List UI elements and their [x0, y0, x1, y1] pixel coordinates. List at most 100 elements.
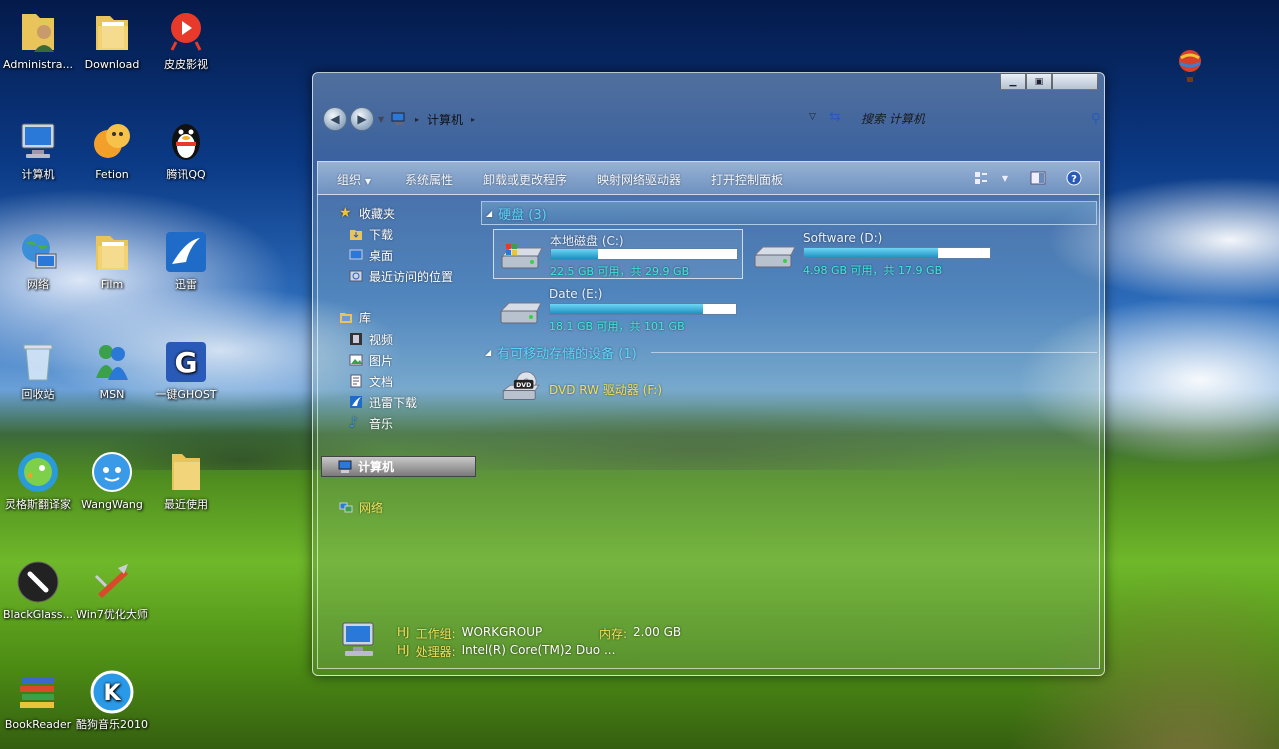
view-options-icon[interactable] [973, 169, 989, 187]
view-dropdown-icon[interactable]: ▼ [999, 169, 1011, 187]
swiss-knife-icon [94, 564, 128, 598]
recent-places-icon [349, 270, 363, 282]
desktop-icon-label: 网络 [27, 278, 49, 291]
desktop-icon-label: BlackGlass... [2, 608, 74, 621]
organize-button[interactable]: 组织 ▼ [337, 171, 371, 188]
drive-d[interactable]: Software (D:) 4.98 GB 可用，共 17.9 GB [747, 229, 997, 279]
desktop-icon-label: 酷狗音乐2010 [76, 718, 148, 731]
drive-name: Software (D:) [803, 231, 883, 245]
search-box[interactable]: ⚲ [861, 109, 1101, 129]
desktop-icon-lingoes[interactable]: 灵格斯翻译家 [0, 448, 76, 512]
library-folder-icon [340, 313, 352, 323]
desktop-icon-msn[interactable]: MSN [74, 338, 150, 402]
desktop-icon-qq[interactable]: 腾讯QQ [148, 118, 224, 182]
forward-button[interactable]: ▶ [350, 107, 374, 131]
drive-c[interactable]: 本地磁盘 (C:) 22.5 GB 可用，共 29.9 GB [493, 229, 743, 279]
user-folder-icon [22, 14, 54, 52]
map-network-drive-button[interactable]: 映射网络驱动器 [597, 171, 681, 188]
computer-name: HJ [397, 643, 410, 657]
explorer-window[interactable]: ▁ ▣ ◀ ▶ ▼ ▸ 计算机 ▸ ▽ ⇆ ⚲ 组织 ▼ 系统属性 卸载或更改程… [312, 72, 1105, 676]
desktop-icon-win7-optimizer[interactable]: Win7优化大师 [74, 558, 150, 622]
sidebar-item-label: 文档 [369, 374, 394, 389]
sidebar-item-pictures[interactable]: 图片 [349, 350, 393, 370]
document-icon [350, 374, 362, 388]
collapse-arrow-icon[interactable]: ◢ [485, 348, 491, 357]
sidebar-item-thunder-downloads[interactable]: 迅雷下载 [349, 392, 417, 412]
desktop-icon-network[interactable]: 网络 [0, 228, 76, 292]
desktop-icon-administrator[interactable]: Administra... [0, 8, 76, 72]
group-header-removable[interactable]: ◢ 有可移动存储的设备 (1) [481, 340, 1097, 364]
drive-e[interactable]: Date (E:) 18.1 GB 可用，共 101 GB [493, 285, 743, 335]
desktop-icon-label: Win7优化大师 [76, 608, 148, 621]
desktop-icon-film[interactable]: Film [74, 228, 150, 292]
desktop-icon-bookreader[interactable]: BookReader [0, 668, 76, 732]
minimize-button[interactable]: ▁ [1000, 73, 1026, 90]
sidebar-item-computer[interactable]: 计算机 [321, 456, 476, 477]
address-text[interactable]: 计算机 [427, 111, 463, 128]
uninstall-programs-button[interactable]: 卸载或更改程序 [483, 171, 567, 188]
desktop-icon-label: 一键GHOST [155, 388, 217, 401]
sidebar-item-videos[interactable]: 视频 [349, 329, 393, 349]
drive-usage-fill [804, 248, 938, 258]
desktop-icon-blackglass[interactable]: BlackGlass... [0, 558, 76, 622]
preview-pane-icon[interactable] [1029, 169, 1047, 187]
music-note-icon: ♪ [349, 415, 358, 431]
open-control-panel-button[interactable]: 打开控制面板 [711, 171, 783, 188]
close-button[interactable] [1052, 73, 1098, 90]
breadcrumb-arrow-icon[interactable]: ▸ [415, 115, 419, 124]
sidebar-item-recent-places[interactable]: 最近访问的位置 [349, 266, 453, 286]
drive-free-space: 4.98 GB 可用，共 17.9 GB [803, 264, 943, 277]
processor-value: Intel(R) Core(TM)2 Duo ... [461, 643, 616, 657]
drive-usage-fill [551, 249, 598, 259]
sidebar-item-label: 收藏夹 [359, 206, 396, 221]
computer-icon [391, 112, 405, 125]
chevron-down-icon: ▼ [364, 177, 371, 186]
sidebar-item-music[interactable]: ♪ 音乐 [349, 413, 393, 433]
computer-name: HJ [397, 625, 410, 639]
desktop-icon-thunder[interactable]: 迅雷 [148, 228, 224, 292]
sidebar-item-network[interactable]: 网络 [339, 497, 383, 517]
back-button[interactable]: ◀ [323, 107, 347, 131]
address-bar[interactable]: ▸ 计算机 ▸ [391, 109, 475, 129]
desktop-icon-recent[interactable]: 最近使用 [148, 448, 224, 512]
search-input[interactable] [861, 112, 1041, 126]
maximize-button[interactable]: ▣ [1026, 73, 1052, 90]
drive-name: Date (E:) [549, 287, 603, 301]
desktop-icon-recycle-bin[interactable]: 回收站 [0, 338, 76, 402]
download-folder-icon [350, 230, 362, 240]
system-properties-button[interactable]: 系统属性 [405, 171, 453, 188]
desktop-icon-pipi-player[interactable]: 皮皮影视 [148, 8, 224, 72]
folder-icon [96, 236, 128, 270]
address-dropdown-icon[interactable]: ▽ [809, 112, 816, 122]
system-drive-icon [500, 244, 543, 269]
sidebar-item-libraries[interactable]: 库 [339, 307, 371, 327]
search-icon[interactable]: ⚲ [1091, 111, 1101, 127]
desktop-icon-onekey-ghost[interactable]: G 一键GHOST [148, 338, 224, 402]
drive-dvd[interactable]: DVD DVD RW 驱动器 (F:) [493, 367, 743, 411]
refresh-icon[interactable]: ⇆ [829, 109, 841, 125]
sidebar-item-download[interactable]: 下载 [349, 224, 393, 244]
picture-icon [349, 354, 363, 366]
sidebar-item-label: 音乐 [369, 416, 394, 431]
network-globe-icon [22, 234, 57, 269]
processor-label: 处理器: [415, 645, 456, 659]
memory-value: 2.00 GB [633, 625, 682, 639]
sidebar-item-desktop[interactable]: 桌面 [349, 245, 393, 265]
desktop-icon-download[interactable]: Download [74, 8, 150, 72]
desktop-icon-label: Fetion [95, 168, 129, 181]
desktop-icon-wangwang[interactable]: WangWang [74, 448, 150, 512]
sidebar-item-favorites[interactable]: ★ 收藏夹 [339, 203, 395, 223]
desktop-icon-label: 灵格斯翻译家 [5, 498, 71, 511]
breadcrumb-arrow-icon[interactable]: ▸ [471, 115, 475, 124]
desktop-icon-kugou[interactable]: K 酷狗音乐2010 [74, 668, 150, 732]
drive-name: DVD RW 驱动器 (F:) [549, 383, 663, 397]
collapse-arrow-icon[interactable]: ◢ [486, 209, 492, 218]
group-header-hard-disks[interactable]: ◢ 硬盘 (3) [481, 201, 1097, 225]
svg-text:?: ? [1071, 174, 1077, 185]
desktop-icon-computer[interactable]: 计算机 [0, 118, 76, 182]
help-icon[interactable]: ? [1065, 169, 1083, 187]
history-dropdown-icon[interactable]: ▼ [378, 115, 384, 124]
hard-drive-icon [753, 246, 796, 268]
desktop-icon-fetion[interactable]: Fetion [74, 118, 150, 182]
sidebar-item-documents[interactable]: 文档 [349, 371, 393, 391]
